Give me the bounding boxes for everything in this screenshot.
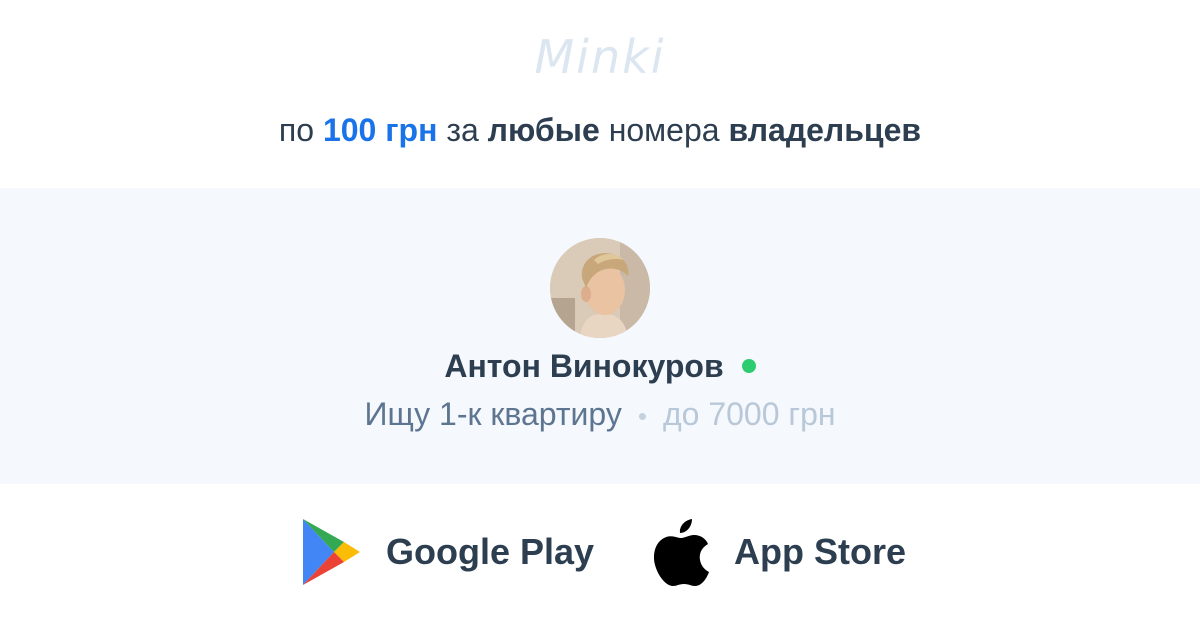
app-store-label: App Store (734, 531, 907, 572)
app-store-button[interactable]: App Store (652, 516, 906, 588)
google-play-label: Google Play (386, 531, 595, 572)
store-links: Google Play App Store (0, 484, 1200, 625)
online-indicator (741, 358, 756, 373)
minki-logo[interactable]: Minki (0, 30, 1200, 84)
share-card: Minki по 100 грн за любые номера владель… (0, 0, 1200, 625)
profile-name[interactable]: Антон Винокуров (444, 348, 723, 384)
profile-card: Антон Винокуров Ищу 1-к квартиру • до 7000… (0, 188, 1200, 484)
name-row: Антон Винокуров (0, 348, 1200, 385)
tagline-part2: за (437, 112, 488, 148)
tagline: по 100 грн за любые номера владельцев (0, 112, 1200, 149)
search-text: Ищу 1-к квартиру (364, 396, 622, 432)
header: Minki по 100 грн за любые номера владель… (0, 0, 1200, 188)
tagline-owners: владельцев (728, 112, 922, 148)
tagline-part1: по (278, 112, 323, 148)
budget-text: до 7000 грн (662, 396, 836, 432)
avatar[interactable] (550, 238, 650, 338)
avatar-photo (550, 238, 650, 338)
apple-icon (654, 519, 709, 586)
tagline-price: 100 грн (322, 112, 438, 148)
google-play-button[interactable]: Google Play (300, 516, 594, 588)
separator-dot: • (637, 401, 647, 431)
google-play-icon (303, 519, 360, 585)
status-row: Ищу 1-к квартиру • до 7000 грн (0, 396, 1200, 433)
tagline-any: любые (487, 112, 600, 148)
tagline-part3: номера (599, 112, 729, 148)
